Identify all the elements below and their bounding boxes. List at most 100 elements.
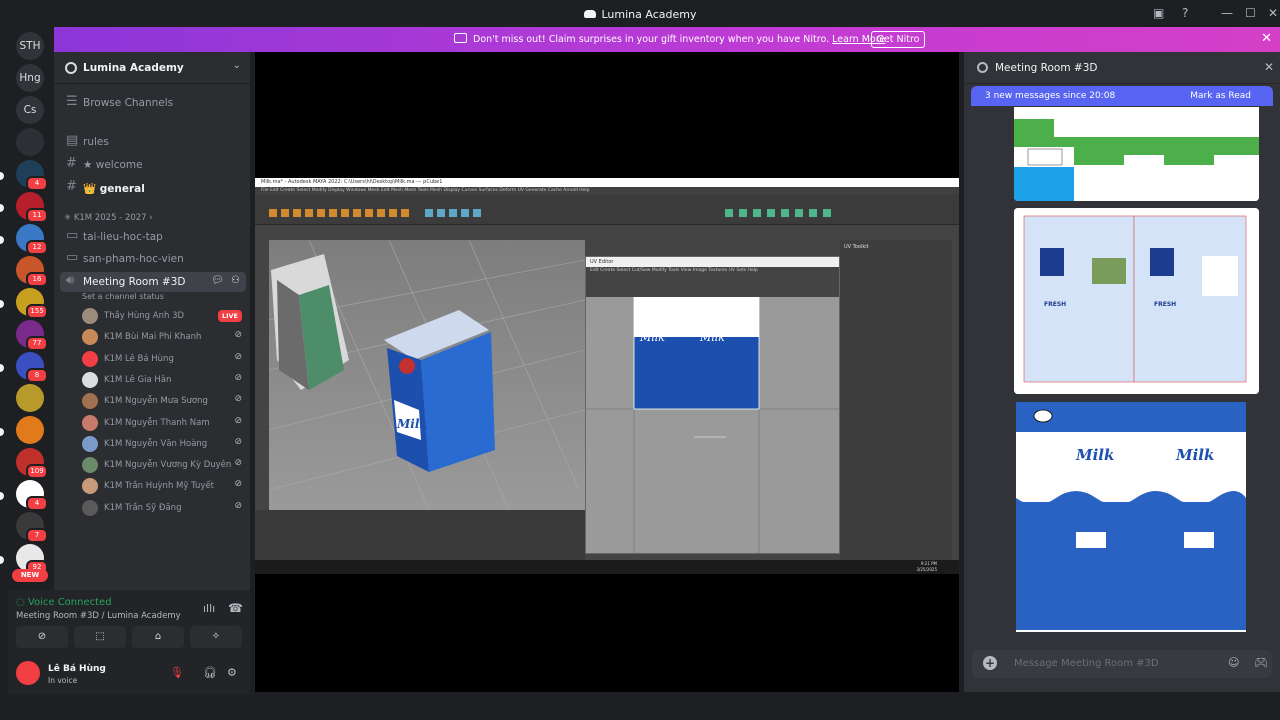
svg-text:FRESH: FRESH xyxy=(1044,301,1066,308)
add-member-icon[interactable]: ⚇ xyxy=(231,275,240,286)
maya-timeline[interactable] xyxy=(255,510,585,562)
voice-member[interactable]: K1M Nguyễn Thanh Nam ⊘ xyxy=(80,413,248,433)
channel-status[interactable]: Set a channel status xyxy=(82,292,164,301)
mention-badge: 8 xyxy=(26,368,48,383)
chevron-down-icon[interactable]: ⌄ xyxy=(233,60,241,71)
channel-rules[interactable]: ▤ rules xyxy=(60,132,246,152)
voice-member[interactable]: K1M Lê Gia Hân ⊘ xyxy=(80,370,248,390)
server-icon-11[interactable]: 8 xyxy=(16,352,48,383)
unread-pill xyxy=(0,364,4,372)
thread-title: Meeting Room #3D xyxy=(995,62,1098,74)
server-icon-6[interactable]: 11 xyxy=(16,192,48,223)
unread-pill xyxy=(0,204,4,212)
voice-member[interactable]: K1M Nguyễn Văn Hoàng ⊘ xyxy=(80,434,248,454)
app-title: Lumina Academy xyxy=(0,8,1280,21)
noise-suppression-icon[interactable]: ıllı xyxy=(203,602,215,615)
mention-badge: 16 xyxy=(26,272,48,287)
muted-icon: ⊘ xyxy=(234,500,242,511)
maya-window: Milk.ma* - Autodesk MAYA 2022: C:\Users\… xyxy=(255,178,959,574)
gamepad-icon[interactable]: 🎮︎ xyxy=(1254,656,1268,669)
avatar xyxy=(82,435,98,452)
channel-general[interactable]: # 👑 general xyxy=(60,178,246,198)
voice-channel-meeting-room[interactable]: 🔊︎ Meeting Room #3D 💬︎ ⚇ xyxy=(60,272,246,292)
disconnect-icon[interactable]: ☎ xyxy=(228,601,243,615)
attachment-image-2[interactable]: FRESH FRESH xyxy=(1014,208,1259,394)
close-thread-icon[interactable]: ✕ xyxy=(1264,60,1274,74)
browse-channels[interactable]: ☰ Browse Channels xyxy=(60,93,246,113)
category-k1m[interactable]: ✳ K1M 2025 - 2027 › xyxy=(64,213,153,223)
server-icon-8[interactable]: 16 xyxy=(16,256,48,287)
headphones-icon[interactable]: 🎧︎ xyxy=(203,666,217,679)
voice-member[interactable]: K1M Bùi Mai Phi Khanh ⊘ xyxy=(80,327,248,347)
share-screen-button[interactable]: ⬚ xyxy=(74,626,126,648)
activity-button[interactable]: ⌂ xyxy=(132,626,184,648)
avatar xyxy=(82,371,98,388)
chat-icon[interactable]: 💬︎ xyxy=(211,275,224,286)
channel-san-pham-hoc-vien[interactable]: ▭ san-pham-hoc-vien xyxy=(60,249,246,269)
discord-logo-icon xyxy=(583,10,596,18)
voice-member[interactable]: K1M Trần Sỹ Đăng ⊘ xyxy=(80,498,248,518)
inbox-icon[interactable]: ▣ xyxy=(1153,6,1164,20)
screen-share-stage[interactable]: Milk.ma* - Autodesk MAYA 2022: C:\Users\… xyxy=(255,52,959,692)
hash-icon: # xyxy=(66,156,77,171)
server-icon-14[interactable]: 109 xyxy=(16,448,48,479)
avatar[interactable] xyxy=(16,661,40,685)
voice-connected-status[interactable]: ◌ Voice Connected xyxy=(16,597,112,608)
unread-pill xyxy=(0,556,4,564)
add-attachment-icon[interactable]: + xyxy=(983,656,997,670)
mark-as-read-button[interactable]: Mark as Read xyxy=(1190,91,1251,101)
live-badge: LIVE xyxy=(217,310,242,322)
gift-icon xyxy=(454,33,467,43)
server-icon-9[interactable]: 155 xyxy=(16,288,48,319)
username: Lê Bá Hùng xyxy=(48,664,106,674)
channel-welcome[interactable]: # ★ welcome xyxy=(60,155,246,175)
banner-close-icon[interactable]: ✕ xyxy=(1261,31,1272,46)
server-icon xyxy=(65,62,77,74)
server-icon-3[interactable]: Cs xyxy=(16,96,44,124)
uv-editor-window[interactable]: UV Editor Edit Create Select Cut/Sew Mod… xyxy=(585,256,840,554)
minimize-icon[interactable]: — xyxy=(1221,6,1233,20)
unread-pill xyxy=(0,172,4,180)
help-icon[interactable]: ? xyxy=(1182,6,1188,20)
server-icon-1[interactable]: STH xyxy=(16,32,44,60)
server-icon-5[interactable]: 4 xyxy=(16,160,48,191)
voice-member[interactable]: K1M Nguyễn Vương Kỳ Duyên ⊘ xyxy=(80,455,248,475)
message-composer[interactable]: + Message Meeting Room #3D ☺ 🎮︎ xyxy=(972,650,1272,678)
get-nitro-button[interactable]: Get Nitro xyxy=(871,31,925,48)
mic-muted-icon[interactable]: 🎙︎ xyxy=(170,666,184,679)
server-icon-10[interactable]: 77 xyxy=(16,320,48,351)
uv-grid: Milk Milk xyxy=(586,284,839,553)
voice-member[interactable]: K1M Trần Huỳnh Mỹ Tuyết ⊘ xyxy=(80,476,248,496)
packaging-milk-preview: Milk Milk xyxy=(1016,402,1246,632)
voice-member[interactable]: K1M Nguyễn Mưa Sương ⊘ xyxy=(80,391,248,411)
gear-icon[interactable]: ⚙ xyxy=(227,666,237,679)
server-icon-16[interactable]: 7 xyxy=(16,512,48,543)
server-icon-7[interactable]: 12 xyxy=(16,224,48,255)
message-input[interactable]: Message Meeting Room #3D xyxy=(1014,658,1159,669)
svg-text:Milk: Milk xyxy=(1075,446,1114,464)
voice-member[interactable]: K1M Lê Bá Hùng ⊘ xyxy=(80,349,248,369)
uv-toolkit-panel[interactable]: UV Toolkit xyxy=(840,240,952,560)
new-unreads-pill[interactable]: NEW xyxy=(12,569,48,582)
server-icon-12[interactable] xyxy=(16,384,44,412)
server-icon-17[interactable]: 92 xyxy=(16,544,48,575)
new-messages-bar[interactable]: 3 new messages since 20:08 Mark as Read xyxy=(971,86,1273,106)
attachment-image-3[interactable]: Milk Milk xyxy=(1016,402,1246,632)
server-icon-4[interactable] xyxy=(16,128,44,156)
mention-badge: 11 xyxy=(26,208,48,223)
emoji-icon[interactable]: ☺ xyxy=(1228,656,1239,669)
thread-header: Meeting Room #3D ✕ xyxy=(964,52,1280,84)
maximize-icon[interactable]: ☐ xyxy=(1245,6,1256,20)
server-header[interactable]: Lumina Academy ⌄ xyxy=(54,52,250,84)
soundboard-button[interactable]: ✧ xyxy=(190,626,242,648)
voice-member[interactable]: Thầy Hùng Anh 3D LIVE xyxy=(80,306,248,326)
server-icon-15[interactable]: 4 xyxy=(16,480,48,511)
maya-viewport[interactable]: Milk xyxy=(268,239,586,511)
server-icon-2[interactable]: Hng xyxy=(16,64,44,92)
voice-location: Meeting Room #3D / Lumina Academy xyxy=(16,611,181,621)
server-icon-13[interactable] xyxy=(16,416,44,444)
camera-off-button[interactable]: ⊘ xyxy=(16,626,68,648)
attachment-image-1[interactable] xyxy=(1014,107,1259,201)
channel-tai-lieu-hoc-tap[interactable]: ▭ tai-lieu-hoc-tap xyxy=(60,227,246,247)
close-window-icon[interactable]: ✕ xyxy=(1268,6,1278,20)
